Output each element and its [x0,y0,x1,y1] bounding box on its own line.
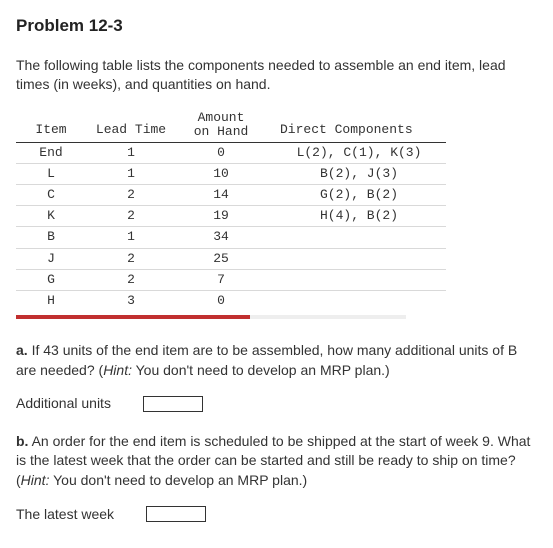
cell-amount: 14 [176,184,266,205]
cell-amount: 0 [176,290,266,311]
amount-line1: Amount [184,111,258,125]
answer-b-input[interactable] [146,506,206,522]
cell-lead: 2 [86,184,176,205]
cell-item: H [16,290,86,311]
cell-direct: L(2), C(1), K(3) [266,142,446,163]
table-row: J225 [16,248,446,269]
answer-b-row: The latest week [16,505,537,525]
answer-a-row: Additional units [16,394,537,414]
cell-item: G [16,269,86,290]
answer-a-input[interactable] [143,396,203,412]
cell-item: End [16,142,86,163]
cell-direct: B(2), J(3) [266,163,446,184]
question-b: b. An order for the end item is schedule… [16,432,537,491]
intro-text: The following table lists the components… [16,56,537,95]
table-row: G27 [16,269,446,290]
cell-item: J [16,248,86,269]
hint-text-a: You don't need to develop an MRP plan.) [132,362,390,378]
cell-direct: G(2), B(2) [266,184,446,205]
cell-item: C [16,184,86,205]
progress-bar [16,315,406,319]
cell-item: K [16,206,86,227]
col-amount-on-hand: Amount on Hand [176,109,266,142]
hint-label-b: Hint: [21,472,50,488]
hint-label-a: Hint: [103,362,132,378]
table-body: End10L(2), C(1), K(3)L110B(2), J(3)C214G… [16,142,446,311]
part-b-label: b. [16,433,28,449]
table-row: K219H(4), B(2) [16,206,446,227]
answer-a-label: Additional units [16,394,111,414]
cell-lead: 2 [86,248,176,269]
components-table: Item Lead Time Amount on Hand Direct Com… [16,109,446,311]
cell-lead: 1 [86,227,176,248]
cell-amount: 0 [176,142,266,163]
cell-item: B [16,227,86,248]
hint-text-b: You don't need to develop an MRP plan.) [49,472,307,488]
cell-amount: 19 [176,206,266,227]
cell-lead: 1 [86,142,176,163]
col-lead-time: Lead Time [86,109,176,142]
amount-line2: on Hand [184,125,258,139]
problem-title: Problem 12-3 [16,14,537,38]
cell-direct [266,269,446,290]
cell-direct [266,248,446,269]
col-direct-components: Direct Components [266,109,446,142]
table-row: C214G(2), B(2) [16,184,446,205]
table-row: End10L(2), C(1), K(3) [16,142,446,163]
table-row: H30 [16,290,446,311]
cell-direct [266,227,446,248]
cell-lead: 2 [86,269,176,290]
cell-amount: 25 [176,248,266,269]
cell-amount: 10 [176,163,266,184]
table-row: L110B(2), J(3) [16,163,446,184]
table-row: B134 [16,227,446,248]
col-item: Item [16,109,86,142]
cell-lead: 3 [86,290,176,311]
cell-direct: H(4), B(2) [266,206,446,227]
cell-amount: 34 [176,227,266,248]
cell-lead: 2 [86,206,176,227]
answer-b-label: The latest week [16,505,114,525]
cell-amount: 7 [176,269,266,290]
part-a-label: a. [16,342,28,358]
cell-lead: 1 [86,163,176,184]
cell-item: L [16,163,86,184]
cell-direct [266,290,446,311]
question-a: a. If 43 units of the end item are to be… [16,341,537,380]
